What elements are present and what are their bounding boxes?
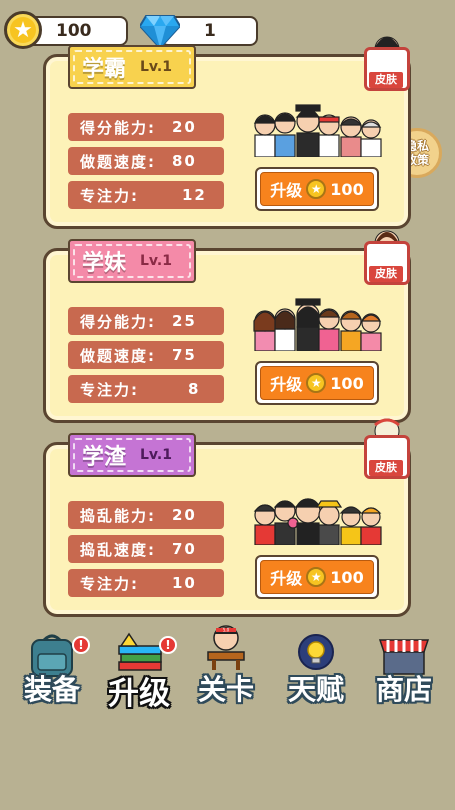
stat-value: 75 (172, 346, 197, 364)
skin-label: 皮肤 (369, 72, 403, 88)
stat-label: 做题速度: (80, 152, 156, 171)
upgrade-cost: 100 (330, 373, 364, 393)
skin-label: 皮肤 (369, 266, 403, 282)
stat-value: 12 (182, 186, 207, 204)
nav-label: 装备 (23, 673, 80, 706)
name-tag: 学妹 Lv.1 (68, 239, 196, 283)
character-group-illustration (253, 298, 382, 351)
stat-row: 做题速度: 80 (68, 147, 224, 175)
notification-badge: ! (72, 636, 90, 654)
stat-row: 专注力: 12 (68, 181, 224, 209)
nav-talent[interactable]: 天赋 (278, 628, 354, 708)
upgrade-button[interactable]: 升级 ★ 100 (255, 167, 379, 211)
diamond-amount: 1 (204, 21, 216, 41)
character-group-illustration (253, 498, 382, 545)
stat-label: 专注力: (80, 574, 139, 593)
stat-value: 8 (188, 380, 201, 398)
skin-label: 皮肤 (369, 460, 403, 476)
notification-badge: ! (159, 636, 177, 654)
upgrade-label: 升级 (270, 569, 303, 588)
stat-label: 做题速度: (80, 346, 156, 365)
stat-label: 得分能力: (80, 312, 156, 331)
head-badge-text: 5,0 (223, 628, 230, 633)
coin-icon: ★ (4, 11, 42, 49)
upgrade-label: 升级 (270, 375, 303, 394)
upgrade-button[interactable]: 升级 ★ 100 (255, 555, 379, 599)
stat-row: 捣乱速度: 70 (68, 535, 224, 563)
character-name: 学渣 (82, 445, 127, 470)
stat-label: 得分能力: (80, 118, 156, 137)
skin-button[interactable]: 皮肤 (364, 27, 410, 91)
nav-equipment[interactable]: ! 装备 (14, 628, 90, 708)
character-name: 学妹 (82, 251, 127, 276)
stat-label: 捣乱速度: (80, 540, 156, 559)
character-level: Lv.1 (140, 253, 172, 269)
coin-icon: ★ (306, 179, 327, 199)
character-level: Lv.1 (140, 59, 172, 75)
character-name: 学霸 (82, 57, 127, 82)
stat-row: 专注力: 8 (68, 375, 224, 403)
stat-value: 70 (172, 540, 197, 558)
nav-upgrade[interactable]: ! 升级 (101, 628, 177, 712)
upgrade-cost: 100 (330, 179, 364, 199)
character-card-xuemei: 学妹 Lv.1 得分能力: 25 做题速度: 75 专注力: 8 升级 ★ 10… (43, 230, 411, 423)
upgrade-button[interactable]: 升级 ★ 100 (255, 361, 379, 405)
stat-value: 20 (172, 506, 197, 524)
character-card-xueba: 学霸 Lv.1 得分能力: 20 做题速度: 80 专注力: 12 升级 ★ 1… (43, 36, 411, 229)
coin-amount: 100 (56, 21, 92, 41)
upgrade-label: 升级 (270, 181, 303, 200)
stat-value: 20 (172, 118, 197, 136)
stat-label: 捣乱能力: (80, 506, 156, 525)
skin-button[interactable]: 5 皮肤 (364, 415, 410, 479)
coin-icon: ★ (306, 373, 327, 393)
stat-label: 专注力: (80, 186, 139, 205)
upgrade-cost: 100 (330, 567, 364, 587)
character-card-xuezha: 学渣 Lv.1 捣乱能力: 20 捣乱速度: 70 专注力: 10 升级 ★ 1… (43, 418, 411, 617)
stat-row: 做题速度: 75 (68, 341, 224, 369)
nav-label: 天赋 (287, 673, 344, 706)
nav-shop[interactable]: 商店 (366, 628, 442, 708)
stat-row: 专注力: 10 (68, 569, 224, 597)
nav-label: 商店 (375, 673, 432, 706)
nav-label: 升级 (108, 676, 170, 712)
character-level: Lv.1 (140, 447, 172, 463)
name-tag: 学渣 Lv.1 (68, 433, 196, 477)
nav-levels[interactable]: 5,0 关卡 (188, 625, 264, 708)
stat-value: 25 (172, 312, 197, 330)
stat-value: 80 (172, 152, 197, 170)
stat-label: 专注力: (80, 380, 139, 399)
stat-value: 10 (172, 574, 197, 592)
name-tag: 学霸 Lv.1 (68, 45, 196, 89)
coin-icon: ★ (306, 567, 327, 587)
character-group-illustration (253, 104, 382, 157)
stat-row: 捣乱能力: 20 (68, 501, 224, 529)
student-desk-icon: 5,0 (207, 625, 245, 670)
skin-button[interactable]: 皮肤 (364, 221, 410, 285)
stat-row: 得分能力: 25 (68, 307, 224, 335)
stat-row: 得分能力: 20 (68, 113, 224, 141)
nav-label: 关卡 (197, 673, 254, 706)
